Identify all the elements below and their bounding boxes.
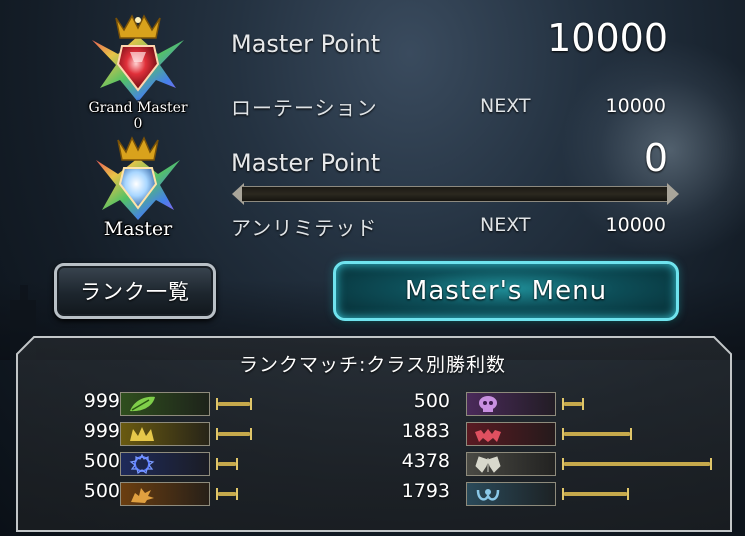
swordcraft-crown-icon [130, 427, 154, 441]
class-emblem [120, 482, 210, 506]
class-wins-count: 500 [83, 450, 120, 472]
class-wins-row: 1883 [380, 420, 720, 448]
unlimited-progress-bar [232, 183, 679, 205]
class-wins-bar [562, 398, 584, 410]
class-wins-count: 500 [413, 390, 450, 412]
class-wins-bar [216, 458, 238, 470]
grand-master-rank-label: Grand Master 0 [88, 100, 188, 132]
rank-list-button-label: ランク一覧 [80, 280, 190, 304]
unlimited-next-label: NEXT [480, 214, 531, 236]
masters-menu-button[interactable]: Master's Menu [333, 261, 679, 321]
class-wins-bar [216, 398, 252, 410]
class-wins-count: 999 [83, 390, 120, 412]
rotation-next-value: 10000 [605, 95, 666, 117]
class-emblem [120, 392, 210, 416]
class-wins-row: 999 [50, 420, 390, 448]
class-emblem [120, 452, 210, 476]
class-wins-count: 1883 [401, 420, 450, 442]
class-wins-count: 4378 [401, 450, 450, 472]
class-wins-bar [216, 428, 252, 440]
portalcraft-gear-icon [476, 489, 500, 501]
class-emblem [466, 452, 556, 476]
rotation-master-point-value: 10000 [547, 16, 668, 60]
rotation-master-point-label: Master Point [231, 30, 381, 58]
unlimited-master-point-label: Master Point [231, 149, 381, 177]
master-rank-label: Master [103, 218, 173, 240]
unlimited-master-point-value: 0 [643, 136, 668, 180]
class-wins-bar [562, 458, 712, 470]
class-wins-row: 500 [50, 480, 390, 508]
class-emblem [466, 392, 556, 416]
unlimited-next-value: 10000 [605, 214, 666, 236]
forestcraft-leaf-icon [130, 396, 155, 412]
class-wins-row: 4378 [380, 450, 720, 478]
class-wins-bar [562, 488, 629, 500]
havencraft-wings-icon [475, 456, 501, 473]
class-wins-row: 500 [50, 450, 390, 478]
class-wins-row: 999 [50, 390, 390, 418]
unlimited-format-label: アンリミテッド [231, 216, 378, 240]
class-wins-bar [562, 428, 632, 440]
grand-master-emblem: Grand Master 0 [86, 10, 190, 132]
class-wins-bar [216, 488, 238, 500]
runecraft-circle-icon [129, 454, 155, 474]
background-tower [20, 285, 28, 305]
progress-track [242, 186, 669, 202]
rank-list-button[interactable]: ランク一覧 [54, 263, 216, 319]
master-emblem: Master [86, 130, 190, 240]
class-emblem [466, 422, 556, 446]
rotation-next-label: NEXT [480, 95, 531, 117]
class-wins-count: 1793 [401, 480, 450, 502]
shadowcraft-skull-icon [479, 396, 497, 412]
dragoncraft-dragon-icon [131, 488, 154, 503]
class-wins-row: 1793 [380, 480, 720, 508]
grand-master-crest-icon [92, 14, 184, 102]
progress-right-cap [667, 183, 679, 205]
masters-menu-button-label: Master's Menu [404, 276, 608, 306]
class-wins-count: 999 [83, 420, 120, 442]
class-wins-row: 500 [380, 390, 720, 418]
class-emblem [466, 482, 556, 506]
class-wins-title: ランクマッチ:クラス別勝利数 [238, 354, 507, 376]
bloodcraft-bat-icon [475, 429, 501, 442]
class-wins-count: 500 [83, 480, 120, 502]
rotation-format-label: ローテーション [231, 96, 378, 120]
class-emblem [120, 422, 210, 446]
